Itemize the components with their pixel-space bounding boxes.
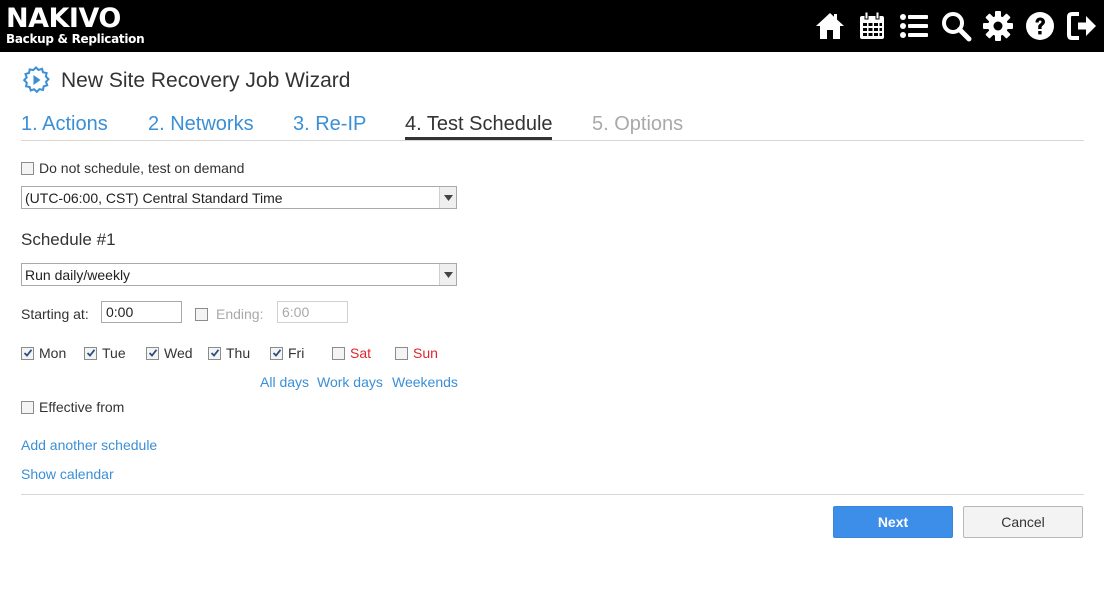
day-checkbox-wed[interactable] [146,346,159,360]
add-schedule-link[interactable]: Add another schedule [21,437,157,453]
day-option-fri: Fri [270,345,304,361]
day-label: Fri [288,345,305,361]
no-schedule-label: Do not schedule, test on demand [39,160,245,176]
day-label: Sat [350,345,372,361]
wizard-title-text: New Site Recovery Job Wizard [61,69,351,92]
all-days-link[interactable]: All days [260,374,309,390]
chevron-down-icon [439,187,456,208]
day-option-mon: Mon [21,345,66,361]
ending-input: 6:00 [277,301,348,323]
day-option-thu: Thu [208,345,250,361]
day-label: Sun [413,345,438,361]
timezone-value: (UTC-06:00, CST) Central Standard Time [25,190,283,206]
day-label: Wed [164,345,193,361]
effective-from-option: Effective from [21,399,124,415]
day-checkbox-sun[interactable] [395,346,408,360]
tab-re-ip[interactable]: 3. Re-IP [293,112,405,140]
schedule-heading: Schedule #1 [21,230,116,249]
cancel-button[interactable]: Cancel [963,506,1083,538]
day-checkbox-thu[interactable] [208,346,221,360]
logout-icon[interactable] [1064,8,1100,44]
ending-label: Ending: [216,306,264,322]
list-icon[interactable] [896,8,932,44]
starting-at-label: Starting at: [21,306,89,322]
day-label: Thu [226,345,251,361]
day-checkbox-tue[interactable] [84,346,97,360]
footer-divider [21,494,1084,495]
wizard-panel: New Site Recovery Job Wizard 1. Actions … [2,52,1102,598]
tab-actions[interactable]: 1. Actions [21,112,148,140]
effective-from-label: Effective from [39,399,125,415]
brand-name: NAKIVO [6,3,121,34]
search-icon[interactable] [938,8,974,44]
frequency-value: Run daily/weekly [25,267,131,283]
show-calendar-link[interactable]: Show calendar [21,466,114,482]
gear-icon[interactable] [980,8,1016,44]
brand-subtitle: Backup & Replication [6,32,145,46]
play-gear-icon [21,65,51,98]
day-option-sun: Sun [395,345,438,361]
wizard-title: New Site Recovery Job Wizard [21,65,351,98]
main-toolbar [812,8,1100,44]
starting-at-input[interactable]: 0:00 [101,301,182,323]
help-icon[interactable] [1022,8,1058,44]
frequency-select[interactable]: Run daily/weekly [21,263,457,286]
day-label: Tue [102,345,126,361]
day-option-tue: Tue [84,345,126,361]
weekends-link[interactable]: Weekends [392,374,458,390]
home-icon[interactable] [812,8,848,44]
tab-options: 5. Options [592,113,684,135]
work-days-link[interactable]: Work days [317,374,383,390]
day-option-wed: Wed [146,345,193,361]
chevron-down-icon [439,264,456,285]
wizard-steps: 1. Actions 2. Networks 3. Re-IP 4. Test … [21,112,683,142]
day-checkbox-sat[interactable] [332,346,345,360]
no-schedule-checkbox[interactable] [21,161,34,175]
calendar-icon[interactable] [854,8,890,44]
top-bar: NAKIVO Backup & Replication [0,0,1104,52]
day-checkbox-fri[interactable] [270,346,283,360]
tabs-divider [21,140,1084,141]
day-checkbox-mon[interactable] [21,346,34,360]
tab-networks[interactable]: 2. Networks [148,112,293,140]
next-button[interactable]: Next [833,506,953,538]
timezone-select[interactable]: (UTC-06:00, CST) Central Standard Time [21,186,457,209]
tab-test-schedule[interactable]: 4. Test Schedule [405,112,553,140]
day-option-sat: Sat [332,345,371,361]
effective-from-checkbox[interactable] [21,400,34,414]
brand-logo[interactable]: NAKIVO Backup & Replication [6,3,145,46]
ending-checkbox[interactable] [195,308,208,321]
day-label: Mon [39,345,67,361]
no-schedule-option: Do not schedule, test on demand [21,160,244,176]
